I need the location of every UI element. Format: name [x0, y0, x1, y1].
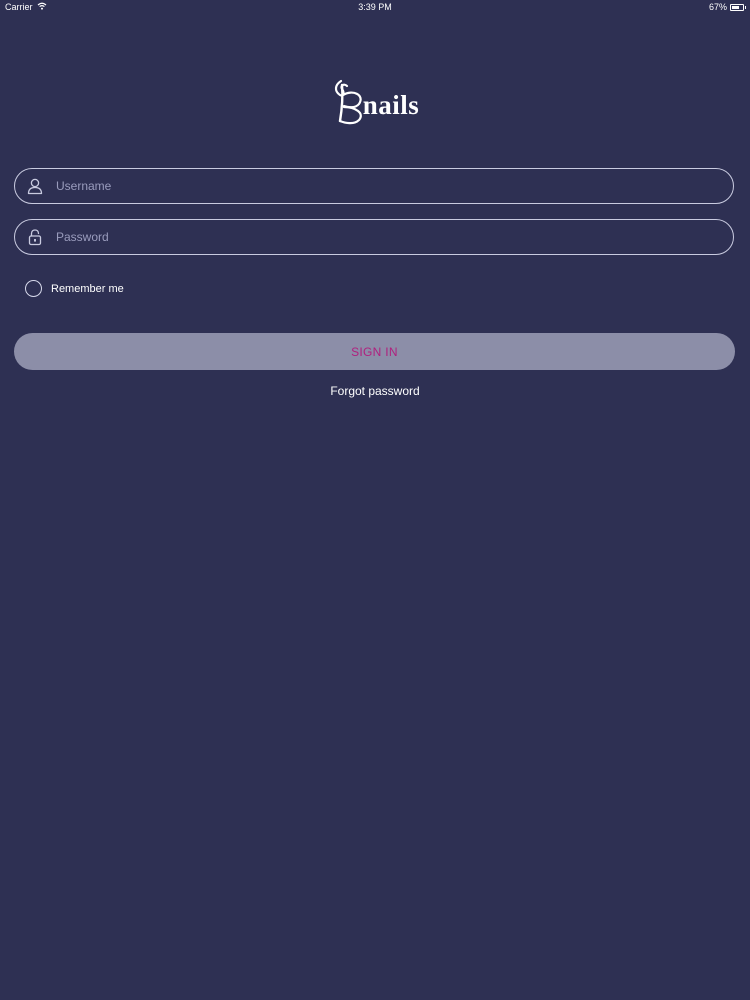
remember-me-radio[interactable] — [25, 280, 42, 297]
sign-in-button[interactable]: SIGN IN — [14, 333, 735, 370]
status-bar: Carrier 3:39 PM 67% — [0, 0, 750, 14]
app-logo: nails — [0, 77, 750, 127]
logo-text: nails — [362, 90, 420, 120]
remember-me-toggle[interactable]: Remember me — [25, 280, 124, 297]
password-field[interactable] — [14, 219, 734, 255]
remember-me-label: Remember me — [51, 282, 124, 295]
password-input[interactable] — [56, 230, 733, 244]
battery-percent: 67% — [708, 2, 727, 12]
lock-icon — [26, 228, 44, 246]
username-input[interactable] — [56, 179, 733, 193]
username-field[interactable] — [14, 168, 734, 204]
user-icon — [26, 177, 44, 195]
forgot-password-link[interactable]: Forgot password — [0, 384, 750, 398]
status-time: 3:39 PM — [358, 2, 392, 12]
battery-icon — [730, 3, 746, 11]
butterfly-b-logo-icon — [334, 79, 362, 125]
status-right: 67% — [709, 2, 746, 12]
